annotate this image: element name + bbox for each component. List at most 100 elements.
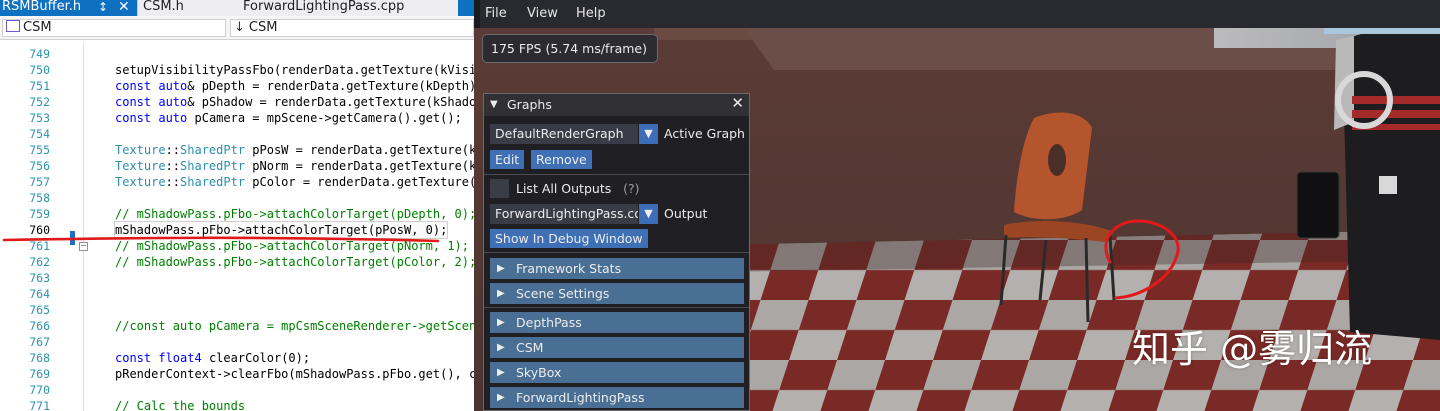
- active-graph-dropdown[interactable]: DefaultRenderGraph: [490, 124, 638, 144]
- separator: [484, 307, 749, 308]
- project-scope-dropdown[interactable]: CSM: [2, 19, 226, 37]
- help-marker[interactable]: (?): [623, 181, 639, 196]
- code-text: // mShadowPass.pFbo->attachColorTarget(p…: [115, 207, 474, 221]
- code-line[interactable]: 765: [0, 302, 474, 318]
- section-csm[interactable]: ▶ CSM: [490, 337, 744, 358]
- code-line[interactable]: 764: [0, 286, 474, 302]
- code-text: // mShadowPass.pFbo->attachColorTarget(p…: [115, 239, 470, 253]
- member-scope-dropdown[interactable]: ↓ CSM: [230, 19, 474, 37]
- menu-file[interactable]: File: [485, 6, 507, 21]
- scope-label: CSM: [248, 20, 278, 35]
- fps-counter: 175 FPS (5.74 ms/frame): [482, 34, 658, 63]
- code-text: const auto& pDepth = renderData.getTextu…: [115, 79, 474, 93]
- renderer-window[interactable]: File View Help 175 FPS (5.74 ms/frame) ▼…: [474, 0, 1440, 411]
- code-line[interactable]: 767: [0, 334, 474, 350]
- graphs-panel-titlebar[interactable]: ▼ Graphs ✕: [484, 94, 749, 116]
- expand-triangle-icon: ▶: [497, 342, 505, 353]
- navigation-bar: CSM ↓ CSM: [0, 16, 474, 40]
- expand-triangle-icon: ▶: [497, 288, 505, 299]
- menu-view[interactable]: View: [527, 6, 558, 21]
- code-line[interactable]: 757 Texture::SharedPtr pColor = renderDat…: [0, 174, 474, 190]
- expand-triangle-icon: ▶: [497, 367, 505, 378]
- tab-overflow[interactable]: [458, 0, 474, 16]
- close-icon[interactable]: ✕: [731, 93, 744, 114]
- code-line[interactable]: 754: [0, 126, 474, 142]
- line-number: 767: [29, 335, 50, 349]
- line-number: 762: [29, 255, 50, 269]
- code-text: // Calc the bounds: [115, 399, 246, 411]
- line-number: 768: [29, 351, 50, 365]
- tab-rsmbuffer-h[interactable]: RSMBuffer.h ↕ ✕: [0, 0, 137, 16]
- collapse-triangle-icon[interactable]: ▼: [490, 94, 498, 115]
- code-text: const auto& pShadow = renderData.getText…: [115, 95, 474, 109]
- collapse-icon[interactable]: −: [79, 242, 88, 251]
- code-line[interactable]: 758: [0, 190, 474, 206]
- pin-icon[interactable]: ↕: [98, 0, 108, 15]
- output-label: Output: [664, 206, 708, 221]
- code-editor-pane[interactable]: RSMBuffer.h ↕ ✕ CSM.h ForwardLightingPas…: [0, 0, 474, 411]
- project-icon: [6, 20, 20, 32]
- code-text: const auto pCamera = mpScene->getCamera(…: [115, 111, 462, 125]
- code-line[interactable]: 749: [0, 46, 474, 62]
- line-number: 751: [29, 79, 50, 93]
- output-dropdown[interactable]: ForwardLightingPass.co: [490, 204, 638, 224]
- code-line[interactable]: 769 pRenderContext->clearFbo(mShadowPass.…: [0, 366, 474, 382]
- line-number: 753: [29, 111, 50, 125]
- line-number: 756: [29, 159, 50, 173]
- code-line[interactable]: 763: [0, 270, 474, 286]
- line-number: 758: [29, 191, 50, 205]
- arrow-down-icon: ↓: [234, 20, 245, 35]
- line-number: 765: [29, 303, 50, 317]
- dropdown-value: DefaultRenderGraph: [495, 126, 624, 141]
- section-depthpass[interactable]: ▶ DepthPass: [490, 312, 744, 333]
- menu-help[interactable]: Help: [576, 6, 606, 21]
- line-number: 771: [29, 399, 50, 411]
- section-scene-settings[interactable]: ▶ Scene Settings: [490, 283, 744, 304]
- document-tab-bar: RSMBuffer.h ↕ ✕ CSM.h ForwardLightingPas…: [0, 0, 474, 16]
- code-line[interactable]: 755 Texture::SharedPtr pPosW = renderData…: [0, 142, 474, 158]
- chevron-down-icon[interactable]: ▼: [639, 204, 658, 224]
- code-line[interactable]: 770: [0, 382, 474, 398]
- active-graph-label: Active Graph: [664, 126, 745, 141]
- section-forwardlightingpass[interactable]: ▶ ForwardLightingPass: [490, 387, 744, 408]
- line-number: 764: [29, 287, 50, 301]
- scope-label: CSM: [23, 20, 52, 35]
- remove-button[interactable]: Remove: [531, 150, 592, 169]
- list-all-outputs-checkbox[interactable]: [490, 179, 509, 198]
- line-number: 752: [29, 95, 50, 109]
- tab-label: RSMBuffer.h: [2, 0, 82, 14]
- code-line[interactable]: 759 // mShadowPass.pFbo->attachColorTarge…: [0, 206, 474, 222]
- code-text: Texture::SharedPtr pNorm = renderData.ge…: [115, 159, 474, 173]
- line-number: 770: [29, 383, 50, 397]
- code-text: const float4 clearColor(0);: [115, 351, 311, 365]
- code-line[interactable]: 751 const auto& pDepth = renderData.getTe…: [0, 78, 474, 94]
- tab-csm-h[interactable]: CSM.h: [140, 0, 230, 16]
- close-icon[interactable]: ✕: [118, 0, 130, 15]
- code-line[interactable]: 766 //const auto pCamera = mpCsmSceneRend…: [0, 318, 474, 334]
- code-text: // mShadowPass.pFbo->attachColorTarget(p…: [115, 255, 474, 269]
- code-line[interactable]: 750 setupVisibilityPassFbo(renderData.get…: [0, 62, 474, 78]
- tab-label: ForwardLightingPass.cpp: [243, 0, 405, 14]
- code-line[interactable]: 768 const float4 clearColor(0);: [0, 350, 474, 366]
- code-line[interactable]: 771 // Calc the bounds: [0, 398, 474, 411]
- tab-forwardlightingpass-cpp[interactable]: ForwardLightingPass.cpp: [240, 0, 455, 16]
- code-area[interactable]: 749 750 setupVisibilityPassFbo(renderData.…: [0, 42, 474, 411]
- separator: [484, 252, 749, 253]
- code-line[interactable]: 752 const auto& pShadow = renderData.getT…: [0, 94, 474, 110]
- edit-button[interactable]: Edit: [490, 150, 525, 169]
- code-line[interactable]: 756 Texture::SharedPtr pNorm = renderData…: [0, 158, 474, 174]
- line-number: 763: [29, 271, 50, 285]
- graphs-panel[interactable]: ▼ Graphs ✕ DefaultRenderGraph ▼ Active G…: [483, 93, 750, 411]
- code-text: Texture::SharedPtr pPosW = renderData.ge…: [115, 143, 474, 157]
- line-number: 755: [29, 143, 50, 157]
- chevron-down-icon[interactable]: ▼: [639, 124, 658, 144]
- code-line[interactable]: 753 const auto pCamera = mpScene->getCame…: [0, 110, 474, 126]
- section-framework-stats[interactable]: ▶ Framework Stats: [490, 258, 744, 279]
- line-number: 766: [29, 319, 50, 333]
- code-line[interactable]: 762 // mShadowPass.pFbo->attachColorTarge…: [0, 254, 474, 270]
- show-in-debug-window-button[interactable]: Show In Debug Window: [490, 229, 648, 248]
- code-text: mShadowPass.pFbo->attachColorTarget(pPos…: [113, 221, 449, 239]
- section-skybox[interactable]: ▶ SkyBox: [490, 362, 744, 383]
- code-text: Texture::SharedPtr pColor = renderData.g…: [115, 175, 474, 189]
- tab-label: CSM.h: [143, 0, 184, 14]
